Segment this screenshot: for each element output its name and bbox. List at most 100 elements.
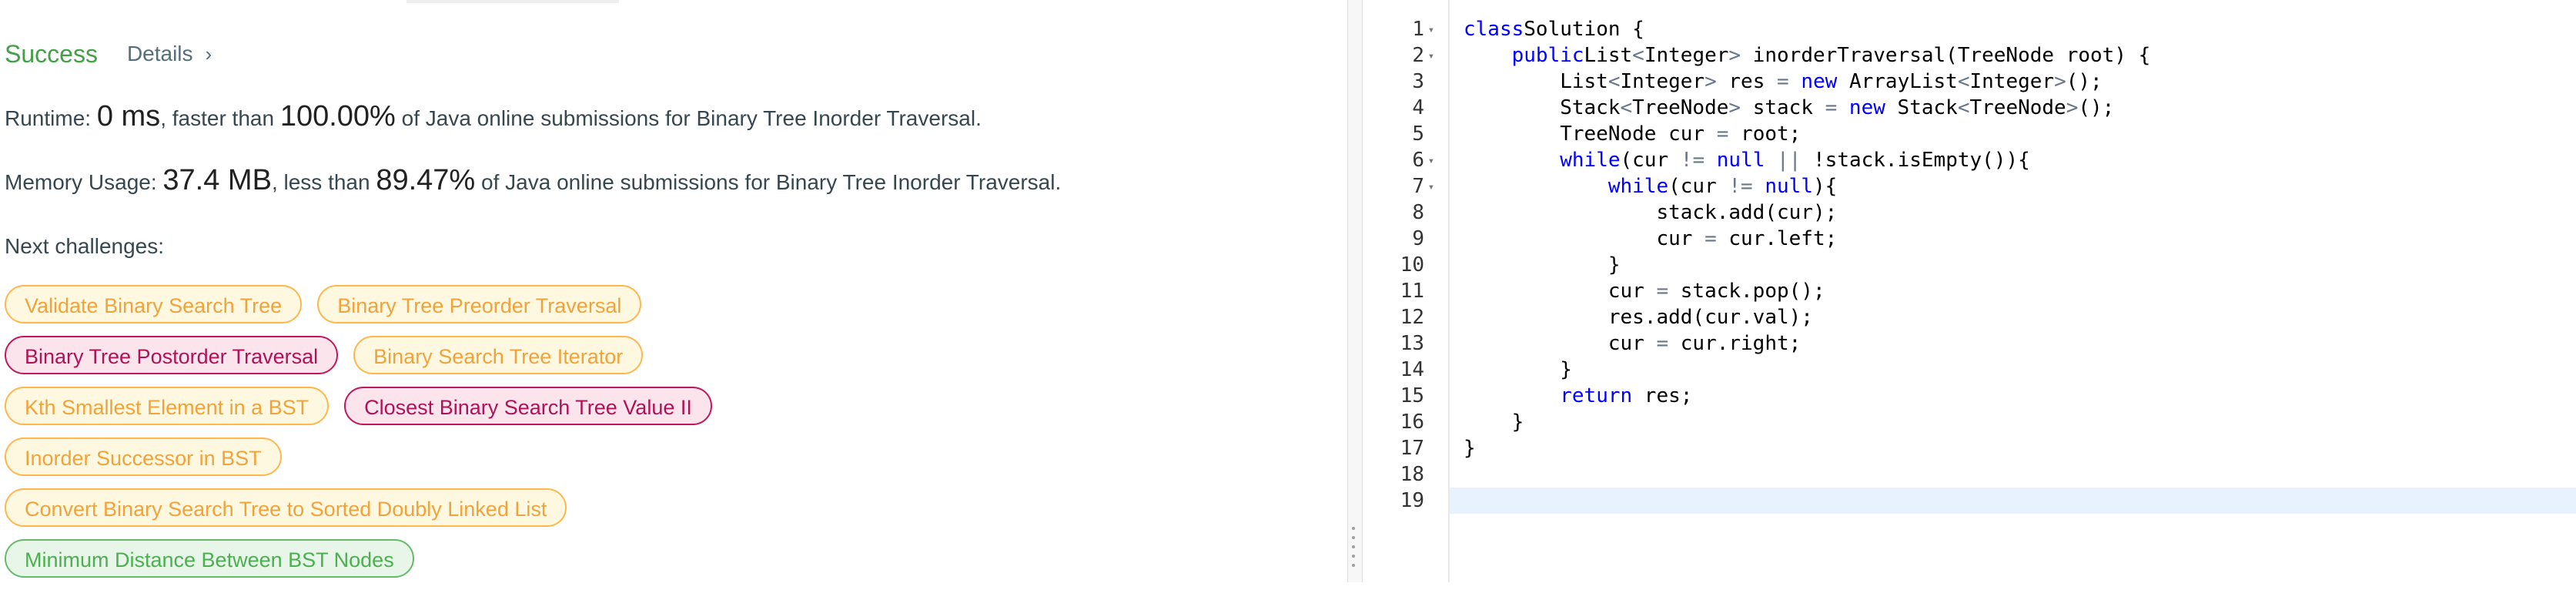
runtime-percent: 100.00% [279, 100, 396, 132]
code-token: = [1825, 96, 1838, 119]
code-token: = [1777, 70, 1789, 93]
code-line[interactable]: res.add(cur.val); [1450, 304, 2576, 330]
line-number-text: 17 [1400, 437, 1424, 460]
code-token: res; [1632, 384, 1693, 407]
challenge-chip[interactable]: Binary Search Tree Iterator [353, 336, 644, 374]
code-line[interactable]: TreeNode cur = root; [1450, 121, 2576, 147]
line-number: 13 [1363, 330, 1438, 357]
line-number-text: 14 [1400, 358, 1424, 381]
code-token: Integer [1644, 44, 1729, 67]
code-token: = [1716, 122, 1729, 146]
code-token: ){ [1813, 175, 1838, 198]
line-number-text: 8 [1412, 201, 1424, 224]
line-number-text: 7 [1412, 175, 1424, 198]
code-line[interactable]: cur = stack.pop(); [1450, 278, 2576, 304]
line-number: 10 [1363, 252, 1438, 278]
challenge-chip[interactable]: Binary Tree Postorder Traversal [5, 336, 339, 374]
code-token: < [1957, 96, 1970, 119]
challenge-row: Minimum Distance Between BST Nodes [5, 539, 1313, 581]
memory-value: 37.4 MB [162, 164, 272, 196]
fold-arrow-icon[interactable]: ▾ [1424, 17, 1438, 43]
line-number: 15 [1363, 383, 1438, 409]
code-line[interactable]: } [1450, 252, 2576, 278]
code-token: (); [2078, 96, 2115, 119]
status-success: Success [5, 39, 98, 68]
code-line[interactable]: } [1450, 435, 2576, 461]
memory-suffix: of Java online submissions for Binary Tr… [475, 170, 1062, 194]
drag-handle-icon[interactable] [1351, 527, 1356, 578]
panel-resize-divider[interactable] [1347, 0, 1363, 582]
challenge-chip[interactable]: Closest Binary Search Tree Value II [344, 387, 712, 425]
code-token: root; [1728, 122, 1802, 146]
code-token: while [1607, 175, 1669, 198]
line-number-text: 3 [1412, 70, 1424, 93]
line-number: 11 [1363, 278, 1438, 304]
code-token: cur.right; [1668, 332, 1802, 355]
code-token: Integer [1620, 70, 1705, 93]
code-token: (cur [1668, 175, 1729, 198]
line-number-text: 4 [1412, 96, 1424, 119]
code-line[interactable]: stack.add(cur); [1450, 199, 2576, 226]
code-line[interactable] [1450, 461, 2576, 488]
code-token: < [1632, 44, 1644, 67]
code-token: } [1464, 253, 1621, 277]
code-token: null [1705, 149, 1765, 172]
code-line[interactable]: while(cur != null || !stack.isEmpty()){ [1450, 147, 2576, 173]
code-token: null [1752, 175, 1813, 198]
code-line[interactable]: } [1450, 357, 2576, 383]
challenge-row: Inorder Successor in BST [5, 437, 1313, 479]
code-line[interactable]: List<Integer> res = new ArrayList<Intege… [1450, 69, 2576, 95]
line-number-text: 9 [1412, 227, 1424, 250]
next-challenges-title: Next challenges: [5, 234, 165, 258]
code-line[interactable]: cur = cur.left; [1450, 226, 2576, 252]
code-token: = [1705, 227, 1717, 250]
code-token: < [1620, 96, 1633, 119]
fold-arrow-icon[interactable]: ▾ [1424, 43, 1438, 69]
details-link[interactable]: Details › [127, 42, 212, 66]
code-token: stack.add(cur); [1464, 201, 1838, 224]
line-number: 6 ▾ [1363, 147, 1438, 173]
line-number: 18 [1363, 461, 1438, 488]
line-number: 19 [1363, 488, 1438, 514]
challenge-row: Validate Binary Search Tree Binary Tree P… [5, 285, 1313, 327]
code-line[interactable]: publicList<Integer> inorderTraversal(Tre… [1450, 42, 2576, 69]
code-editor[interactable]: 1 ▾ 2 ▾ 3 4 5 6 ▾ 7 ▾ 8 9 10 11 12 13 14 15 16 17 18 19 classS… [1363, 0, 2576, 582]
fold-arrow-icon[interactable]: ▾ [1424, 174, 1438, 200]
details-label: Details [126, 42, 193, 65]
code-token: > [2054, 70, 2066, 93]
challenge-chip[interactable]: Convert Binary Search Tree to Sorted Dou… [5, 488, 567, 527]
challenge-chip[interactable]: Kth Smallest Element in a BST [5, 387, 330, 425]
code-token: > [1705, 70, 1717, 93]
code-token: } [1464, 437, 1476, 460]
code-token: || [1765, 149, 1802, 172]
challenge-chip[interactable]: Minimum Distance Between BST Nodes [5, 539, 414, 578]
code-line[interactable]: return res; [1450, 383, 2576, 409]
line-number-text: 16 [1400, 411, 1424, 434]
code-token: (cur [1620, 149, 1681, 172]
code-token: List [1584, 44, 1633, 67]
challenge-chip[interactable]: Inorder Successor in BST [5, 437, 282, 476]
code-area[interactable]: classSolution { publicList<Integer> inor… [1450, 16, 2576, 514]
line-number-text: 18 [1400, 463, 1424, 486]
runtime-value: 0 ms [96, 100, 161, 132]
code-token: > [2066, 96, 2079, 119]
code-token: < [1607, 70, 1621, 93]
code-line[interactable]: cur = cur.right; [1450, 330, 2576, 357]
code-line[interactable]: classSolution { [1450, 16, 2576, 42]
code-line-active[interactable] [1450, 488, 2576, 514]
tab-indicator [406, 0, 619, 3]
code-line[interactable]: while(cur != null){ [1450, 173, 2576, 199]
code-line[interactable]: } [1450, 409, 2576, 435]
code-line[interactable]: Stack<TreeNode> stack = new Stack<TreeNo… [1450, 95, 2576, 121]
line-number-text: 15 [1400, 384, 1424, 407]
line-number-text: 13 [1400, 332, 1424, 355]
code-token: Stack [1464, 96, 1621, 119]
challenge-chip[interactable]: Validate Binary Search Tree [5, 285, 303, 323]
fold-arrow-icon[interactable]: ▾ [1424, 148, 1438, 174]
runtime-suffix: of Java online submissions for Binary Tr… [395, 106, 982, 130]
line-number: 4 [1363, 95, 1438, 121]
code-token: < [1957, 70, 1970, 93]
challenge-chip[interactable]: Binary Tree Preorder Traversal [317, 285, 642, 323]
